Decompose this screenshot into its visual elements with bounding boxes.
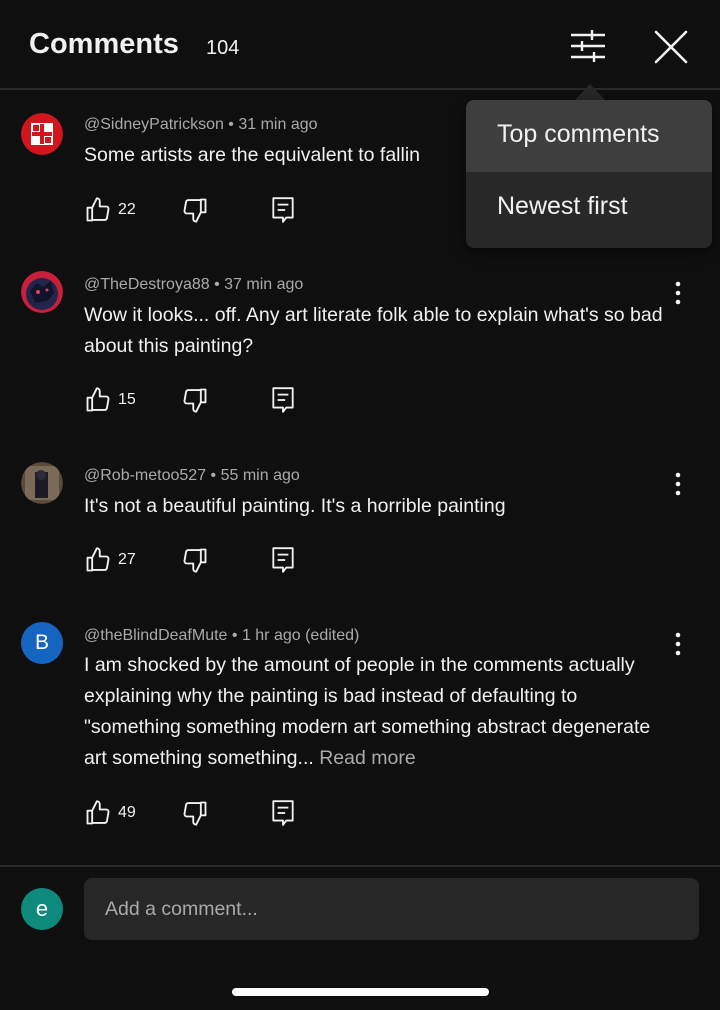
- add-comment-placeholder: Add a comment...: [105, 898, 258, 920]
- more-vertical-icon: [675, 281, 681, 305]
- sort-option-top-comments[interactable]: Top comments: [466, 100, 712, 172]
- sort-menu: Top comments Newest first: [466, 100, 712, 248]
- close-icon: [654, 30, 688, 64]
- home-indicator: [232, 988, 489, 996]
- reply-icon: [272, 800, 294, 826]
- reply-button[interactable]: [270, 546, 298, 576]
- dislike-button[interactable]: [181, 386, 211, 416]
- reply-button[interactable]: [270, 386, 298, 416]
- dislike-button[interactable]: [181, 799, 211, 829]
- reply-icon: [272, 547, 294, 573]
- thumbs-down-icon: [183, 548, 207, 573]
- reply-icon: [272, 197, 294, 223]
- like-count: 49: [118, 804, 136, 821]
- comment-more-button[interactable]: [664, 469, 692, 499]
- dislike-button[interactable]: [181, 196, 211, 226]
- thumbs-down-icon: [183, 801, 207, 826]
- comment-count: 104: [206, 37, 240, 59]
- dislike-button[interactable]: [181, 546, 211, 576]
- page-title: Comments: [29, 28, 179, 60]
- comment-time: 37 min ago: [224, 276, 304, 293]
- add-comment-input[interactable]: Add a comment...: [84, 878, 699, 940]
- comments-header: Comments 104: [0, 0, 720, 88]
- like-button[interactable]: 27: [84, 546, 154, 576]
- sort-sliders-icon: [571, 30, 605, 62]
- like-button[interactable]: 15: [84, 386, 154, 416]
- thumbs-up-icon: [86, 387, 110, 412]
- comment-author[interactable]: @SidneyPatrickson: [84, 116, 224, 133]
- avatar[interactable]: [21, 462, 63, 504]
- thumbs-down-icon: [183, 388, 207, 413]
- thumbs-up-icon: [86, 547, 110, 572]
- reply-icon: [272, 387, 294, 413]
- more-vertical-icon: [675, 632, 681, 656]
- comment-text: I am shocked by the amount of people in …: [84, 654, 651, 769]
- comment-time: 55 min ago: [220, 467, 300, 484]
- like-count: 22: [118, 201, 136, 218]
- comment-more-button[interactable]: [664, 629, 692, 659]
- comment-meta: @TheDestroya88 • 37 min ago: [84, 276, 304, 293]
- comment-item: @Rob-metoo527 • 55 min ago It's not a be…: [0, 461, 720, 581]
- avatar[interactable]: [21, 113, 63, 155]
- comment-text: Wow it looks... off. Any art literate fo…: [84, 304, 663, 357]
- sort-menu-caret: [574, 84, 606, 101]
- footer-divider: [0, 865, 720, 867]
- more-vertical-icon: [675, 472, 681, 496]
- comment-author[interactable]: @TheDestroya88: [84, 276, 210, 293]
- avatar[interactable]: [21, 271, 63, 313]
- sort-option-newest-first[interactable]: Newest first: [466, 172, 712, 244]
- header-divider: [0, 88, 720, 90]
- like-count: 15: [118, 391, 136, 408]
- comment-item: @TheDestroya88 • 37 min ago Wow it looks…: [0, 270, 720, 420]
- read-more-link[interactable]: Read more: [319, 747, 415, 769]
- thumbs-down-icon: [183, 198, 207, 223]
- close-button[interactable]: [650, 26, 692, 68]
- like-button[interactable]: 49: [84, 799, 154, 829]
- reply-button[interactable]: [270, 196, 298, 226]
- user-avatar: e: [21, 888, 63, 930]
- comment-author[interactable]: @theBlindDeafMute: [84, 627, 227, 644]
- like-count: 27: [118, 551, 136, 568]
- comment-meta: @theBlindDeafMute • 1 hr ago (edited): [84, 627, 360, 644]
- like-button[interactable]: 22: [84, 196, 154, 226]
- comment-item: B @theBlindDeafMute • 1 hr ago (edited) …: [0, 621, 720, 831]
- sort-button[interactable]: [566, 26, 610, 66]
- comment-meta: @SidneyPatrickson • 31 min ago: [84, 116, 318, 133]
- comment-time: 31 min ago: [238, 116, 318, 133]
- avatar[interactable]: B: [21, 622, 63, 664]
- comment-meta: @Rob-metoo527 • 55 min ago: [84, 467, 300, 484]
- comment-text: It's not a beautiful painting. It's a ho…: [84, 495, 506, 517]
- thumbs-up-icon: [86, 800, 110, 825]
- comment-more-button[interactable]: [664, 278, 692, 308]
- reply-button[interactable]: [270, 799, 298, 829]
- comment-author[interactable]: @Rob-metoo527: [84, 467, 206, 484]
- thumbs-up-icon: [86, 197, 110, 222]
- comment-time: 1 hr ago (edited): [241, 627, 360, 644]
